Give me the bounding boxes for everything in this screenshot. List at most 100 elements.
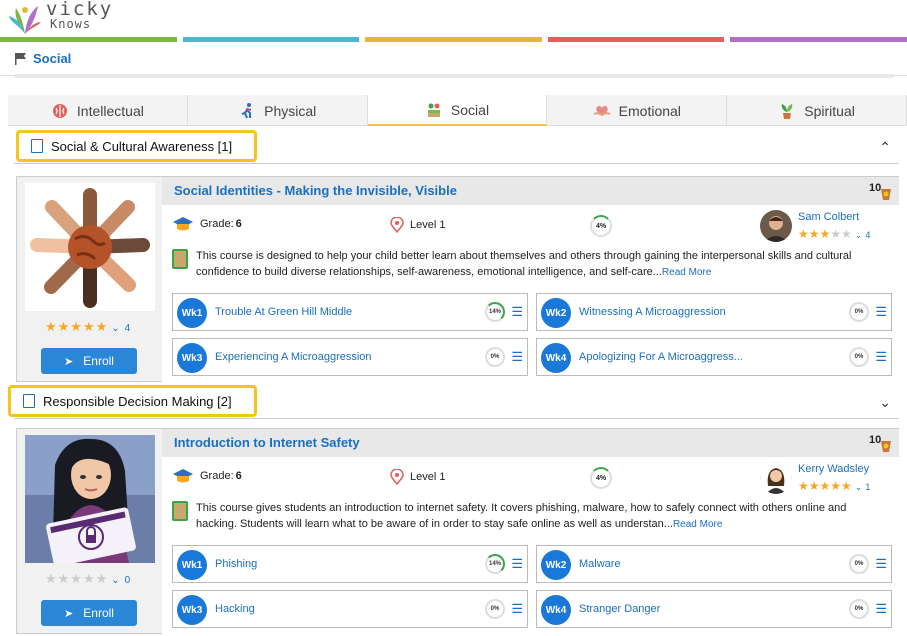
menu-icon[interactable]: ☰ bbox=[511, 601, 523, 617]
enroll-button[interactable]: ➤ Enroll bbox=[41, 600, 137, 626]
menu-icon[interactable]: ☰ bbox=[875, 556, 887, 572]
author-avatar[interactable] bbox=[760, 210, 792, 242]
week-item[interactable]: Wk1 Trouble At Green Hill Middle 14% ☰ bbox=[172, 293, 528, 331]
course-info: Grade: 6 Level 1 4% Kerry Wadsley ★★★★★ ⌄ 1… bbox=[162, 457, 899, 537]
star-empty-icon: ★★ bbox=[830, 227, 852, 241]
course-thumbnail-internet-safety[interactable] bbox=[25, 435, 155, 567]
author-name[interactable]: Kerry Wadsley bbox=[798, 463, 869, 475]
star-icon: ★★★★★ bbox=[798, 479, 852, 493]
read-more-link[interactable]: Read More bbox=[662, 267, 711, 278]
chevron-down-icon[interactable]: ⌄ bbox=[855, 482, 863, 492]
course-thumbnail-hands[interactable] bbox=[25, 183, 155, 311]
girl-with-laptop-image bbox=[25, 435, 155, 567]
menu-icon[interactable]: ☰ bbox=[875, 601, 887, 617]
book-icon bbox=[31, 139, 43, 153]
enroll-label: Enroll bbox=[83, 354, 114, 368]
week-title: Experiencing A Microaggression bbox=[215, 351, 372, 363]
week-badge: Wk2 bbox=[541, 298, 571, 328]
section-title-highlight: Social & Cultural Awareness [1] bbox=[16, 130, 258, 162]
course-progress-circle: 4% bbox=[590, 467, 612, 489]
week-progress: 0% bbox=[849, 554, 869, 574]
week-item[interactable]: Wk3 Hacking 0% ☰ bbox=[172, 590, 528, 628]
week-item[interactable]: Wk4 Stranger Danger 0% ☰ bbox=[536, 590, 892, 628]
menu-icon[interactable]: ☰ bbox=[511, 304, 523, 320]
category-tabs: Intellectual Physical Social Emotional S… bbox=[8, 95, 907, 126]
graduation-cap-icon bbox=[173, 217, 193, 231]
chevron-down-icon[interactable]: ⌄ bbox=[111, 323, 120, 334]
grade-value: 6 bbox=[235, 218, 242, 230]
enroll-button[interactable]: ➤ Enroll bbox=[41, 348, 137, 374]
chevron-down-icon[interactable]: ⌄ bbox=[855, 230, 863, 240]
week-badge: Wk1 bbox=[177, 550, 207, 580]
week-title: Apologizing For A Microaggress... bbox=[579, 351, 743, 363]
week-title: Trouble At Green Hill Middle bbox=[215, 306, 353, 318]
menu-icon[interactable]: ☰ bbox=[875, 349, 887, 365]
menu-icon[interactable]: ☰ bbox=[511, 349, 523, 365]
level-info: Level 1 bbox=[390, 217, 445, 233]
section-header-social-cultural[interactable]: Social & Cultural Awareness [1] ⌃ bbox=[14, 128, 899, 164]
author-avatar[interactable] bbox=[760, 462, 792, 494]
week-item[interactable]: Wk3 Experiencing A Microaggression 0% ☰ bbox=[172, 338, 528, 376]
svg-text:10: 10 bbox=[869, 434, 881, 446]
week-progress: 0% bbox=[849, 347, 869, 367]
tab-label: Intellectual bbox=[76, 102, 144, 119]
tab-intellectual[interactable]: Intellectual bbox=[8, 95, 188, 126]
running-person-icon bbox=[241, 102, 252, 118]
tab-physical[interactable]: Physical bbox=[188, 95, 368, 126]
week-progress: 0% bbox=[485, 599, 505, 619]
course-rating: ★★★★★ ⌄ 4 bbox=[45, 319, 131, 335]
weeks-grid: Wk1 Trouble At Green Hill Middle 14% ☰ W… bbox=[162, 285, 899, 382]
svg-text:10: 10 bbox=[869, 182, 881, 194]
section-header-responsible-decision[interactable]: Responsible Decision Making [2] ⌄ bbox=[8, 383, 899, 419]
rating-count: 0 bbox=[124, 575, 132, 586]
tab-label: Emotional bbox=[618, 102, 681, 119]
chevron-up-icon[interactable]: ⌃ bbox=[879, 139, 891, 156]
brain-icon bbox=[52, 103, 67, 118]
course-title[interactable]: Social Identities - Making the Invisible… bbox=[174, 183, 457, 198]
week-progress: 0% bbox=[485, 347, 505, 367]
vicky-knows-logo[interactable]: vicky Knows bbox=[8, 0, 128, 38]
breadcrumb: Social bbox=[0, 42, 907, 76]
week-item[interactable]: Wk2 Witnessing A Microaggression 0% ☰ bbox=[536, 293, 892, 331]
section-title: Social & Cultural Awareness [1] bbox=[51, 138, 233, 154]
week-badge: Wk2 bbox=[541, 550, 571, 580]
week-badge: Wk1 bbox=[177, 298, 207, 328]
tab-emotional[interactable]: Emotional bbox=[547, 95, 728, 126]
chevron-down-icon[interactable]: ⌄ bbox=[879, 394, 891, 411]
paper-plane-icon: ➤ bbox=[64, 355, 74, 368]
grade-label: Grade: bbox=[200, 218, 234, 230]
enroll-label: Enroll bbox=[83, 606, 114, 620]
tab-label: Social bbox=[450, 101, 490, 118]
tab-label: Spiritual bbox=[804, 102, 855, 119]
course-title[interactable]: Introduction to Internet Safety bbox=[174, 435, 360, 450]
book-icon bbox=[23, 394, 35, 408]
course-description: This course gives students an introducti… bbox=[196, 500, 886, 533]
chevron-down-icon[interactable]: ⌄ bbox=[111, 575, 120, 586]
plant-icon bbox=[782, 103, 793, 119]
week-item[interactable]: Wk4 Apologizing For A Microaggress... 0%… bbox=[536, 338, 892, 376]
weeks-grid: Wk1 Phishing 14% ☰ Wk2 Malware 0% ☰ Wk3 … bbox=[162, 537, 899, 634]
author-name[interactable]: Sam Colbert bbox=[798, 211, 859, 223]
week-title: Hacking bbox=[215, 603, 255, 615]
read-more-link[interactable]: Read More bbox=[673, 519, 722, 530]
menu-icon[interactable]: ☰ bbox=[875, 304, 887, 320]
week-item[interactable]: Wk2 Malware 0% ☰ bbox=[536, 545, 892, 583]
tab-social[interactable]: Social bbox=[367, 95, 548, 126]
author-rating-count: 1 bbox=[865, 482, 871, 492]
tab-spiritual[interactable]: Spiritual bbox=[727, 95, 907, 126]
star-icon: ★★★★★ bbox=[45, 319, 109, 334]
section-title: Responsible Decision Making [2] bbox=[43, 393, 232, 409]
course-rating: ★★★★★ ⌄ 0 bbox=[45, 571, 131, 587]
week-item[interactable]: Wk1 Phishing 14% ☰ bbox=[172, 545, 528, 583]
menu-icon[interactable]: ☰ bbox=[511, 556, 523, 572]
rating-count: 4 bbox=[124, 323, 132, 334]
grade-value: 6 bbox=[235, 470, 242, 482]
tab-label: Physical bbox=[264, 102, 317, 119]
logo-leaves-icon bbox=[9, 6, 41, 34]
week-badge: Wk4 bbox=[541, 343, 571, 373]
author-rating-count: 4 bbox=[865, 230, 871, 240]
week-title: Phishing bbox=[215, 558, 258, 570]
course-title-row: Introduction to Internet Safety 10 bbox=[162, 429, 899, 457]
breadcrumb-label[interactable]: Social bbox=[33, 51, 71, 66]
level-label: Level 1 bbox=[410, 471, 446, 483]
